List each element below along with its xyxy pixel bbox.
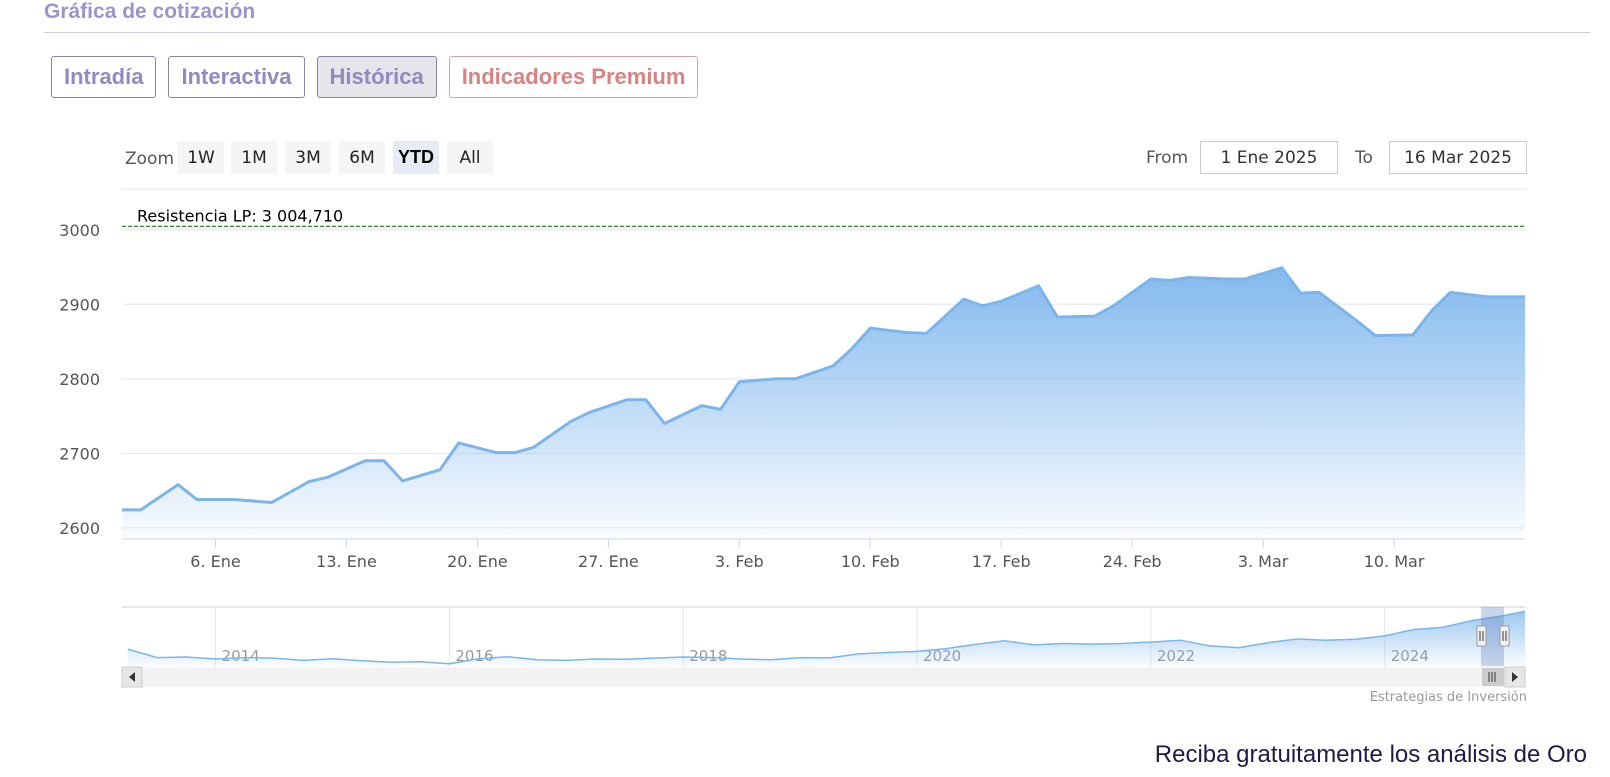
scrollbar-thumb[interactable] xyxy=(1482,668,1504,686)
y-tick-label: 2800 xyxy=(59,370,100,389)
price-chart: 2600 2700 2800 2900 3000 Resistencia LP: 3 0… xyxy=(59,188,1527,705)
navigator-handle[interactable] xyxy=(1476,625,1487,647)
x-tick-label: 24. Feb xyxy=(1103,552,1162,571)
y-tick-label: 2700 xyxy=(59,444,100,463)
x-tick-label: 10. Mar xyxy=(1364,552,1425,571)
x-tick-label: 3. Mar xyxy=(1238,552,1289,571)
navigator-handle[interactable] xyxy=(1499,625,1510,647)
x-tick-label: 13. Ene xyxy=(316,552,377,571)
scrollbar-track[interactable] xyxy=(122,667,1525,687)
y-tick-label: 3000 xyxy=(59,221,100,240)
x-tick-label: 10. Feb xyxy=(841,552,900,571)
footer-signup-link[interactable]: Reciba gratuitamente los análisis de Oro xyxy=(1155,741,1587,769)
credit-text: Estrategias de Inversión xyxy=(1370,690,1527,705)
x-tick-label: 20. Ene xyxy=(447,552,508,571)
x-tick-label: 6. Ene xyxy=(190,552,240,571)
x-tick-label: 17. Feb xyxy=(972,552,1031,571)
resistance-label: Resistencia LP: 3 004,710 xyxy=(137,206,343,225)
y-tick-label: 2600 xyxy=(59,519,100,538)
y-tick-label: 2900 xyxy=(59,295,100,314)
x-tick-label: 3. Feb xyxy=(715,552,764,571)
x-tick-label: 27. Ene xyxy=(578,552,639,571)
price-area xyxy=(122,267,1525,539)
